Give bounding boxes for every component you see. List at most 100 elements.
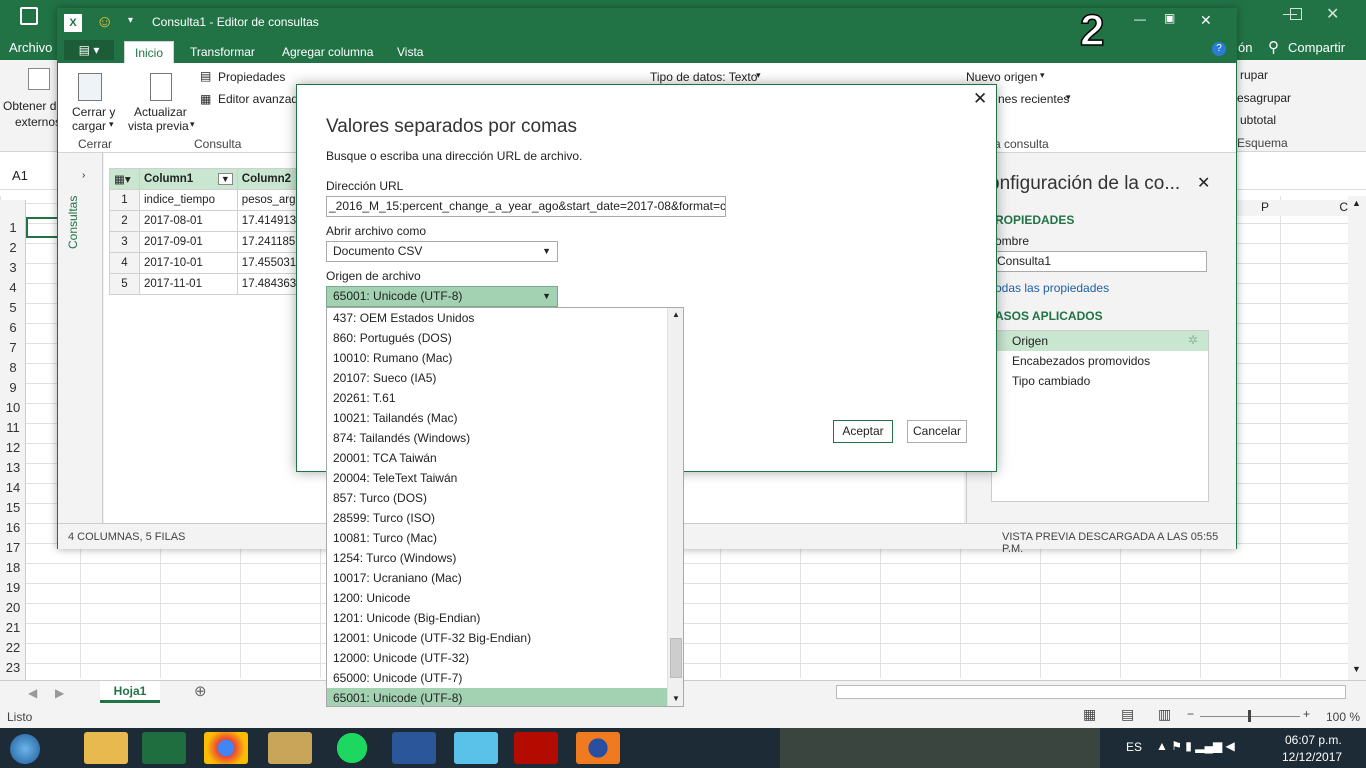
language-indicator[interactable]: ES <box>1126 740 1142 754</box>
pq-close-button[interactable]: ✕ <box>1200 12 1212 29</box>
tab-agregar-columna[interactable]: Agregar columna <box>272 41 383 63</box>
obtain-data-label-2[interactable]: externos <box>15 115 61 129</box>
smiley-feedback-icon[interactable]: ☺ <box>96 12 113 32</box>
dropdown-option[interactable]: 20261: T.61 <box>327 388 667 408</box>
expand-panel-icon[interactable]: › <box>82 170 85 181</box>
acrobat-icon[interactable] <box>514 732 558 764</box>
column-header[interactable]: Column1 ▼ <box>139 168 238 190</box>
table-row[interactable]: 5 2017-11-01 17.4843636 <box>109 273 310 295</box>
help-icon[interactable]: ? <box>1212 42 1226 56</box>
zoom-slider-thumb[interactable] <box>1248 710 1251 722</box>
table-row[interactable]: 1 indice_tiempo pesos_arge <box>109 189 310 211</box>
dropdown-option[interactable]: 1200: Unicode <box>327 588 667 608</box>
dropdown-option[interactable]: 1201: Unicode (Big-Endian) <box>327 608 667 628</box>
table-cell[interactable]: 2017-08-01 <box>139 210 238 232</box>
dropdown-option[interactable]: 437: OEM Estados Unidos <box>327 308 667 328</box>
obtain-data-label-1[interactable]: Obtener d <box>3 99 56 113</box>
row-header[interactable]: 9 <box>0 378 26 398</box>
row-header[interactable]: 7 <box>0 338 26 358</box>
row-header[interactable]: 2 <box>0 238 26 258</box>
vertical-scrollbar[interactable]: ▲ ▼ <box>1348 196 1366 680</box>
restore-button[interactable] <box>1290 8 1302 20</box>
ungroup-button[interactable]: esagrupar <box>1237 91 1291 105</box>
dropdown-option-selected[interactable]: 65001: Unicode (UTF-8) <box>327 688 667 706</box>
zoom-level[interactable]: 100 % <box>1326 710 1360 724</box>
obtain-data-icon[interactable] <box>28 68 50 90</box>
dropdown-option[interactable]: 20004: TeleText Taiwán <box>327 468 667 488</box>
applied-step[interactable]: Tipo cambiado <box>992 371 1208 391</box>
close-load-label-2[interactable]: cargar <box>72 119 106 133</box>
file-menu-button[interactable]: ▤ ▾ <box>64 40 114 60</box>
table-row[interactable]: 3 2017-09-01 17.2411857 <box>109 231 310 253</box>
scroll-down-icon[interactable]: ▼ <box>672 694 680 703</box>
excel-taskbar-icon[interactable] <box>142 732 186 764</box>
row-header[interactable]: 5 <box>0 298 26 318</box>
table-cell[interactable]: 2017-09-01 <box>139 231 238 253</box>
dropdown-option[interactable]: 10010: Rumano (Mac) <box>327 348 667 368</box>
scroll-up-icon[interactable]: ▲ <box>1352 198 1361 208</box>
table-row[interactable]: 2 2017-08-01 17.4149130 <box>109 210 310 232</box>
step-gear-icon[interactable]: ✲ <box>1188 333 1198 347</box>
dialog-close-icon[interactable]: ✕ <box>973 89 987 109</box>
clock-date[interactable]: 12/12/2017 <box>1282 750 1342 764</box>
row-header[interactable]: 23 <box>0 658 26 678</box>
scroll-up-icon[interactable]: ▲ <box>672 310 680 319</box>
dropdown-arrow-icon[interactable]: ▾ <box>1066 92 1071 103</box>
table-cell[interactable]: 2017-11-01 <box>139 273 238 295</box>
word-icon[interactable] <box>392 732 436 764</box>
dropdown-arrow-icon[interactable]: ▾ <box>190 119 195 130</box>
row-header[interactable]: 13 <box>0 458 26 478</box>
tray-icons[interactable]: ▲ ⚑ ▮ ▂▄▆ ◀ <box>1156 739 1235 753</box>
normal-view-icon[interactable]: ▦ <box>1083 706 1096 723</box>
tab-vista[interactable]: Vista <box>387 41 433 63</box>
dropdown-option[interactable]: 1254: Turco (Windows) <box>327 548 667 568</box>
page-break-icon[interactable]: ▥ <box>1158 706 1171 723</box>
data-type-button[interactable]: Tipo de datos: Texto <box>650 70 757 84</box>
pq-restore-button[interactable]: ▣ <box>1164 11 1175 25</box>
recent-sources-button[interactable]: nes recientes <box>998 92 1069 106</box>
tab-fragment[interactable]: ón <box>1238 40 1252 55</box>
row-header[interactable]: 8 <box>0 358 26 378</box>
applied-step[interactable]: Origen <box>992 331 1208 351</box>
refresh-preview-label-1[interactable]: Actualizar <box>134 105 187 119</box>
file-origin-select[interactable]: 65001: Unicode (UTF-8) ▼ <box>326 286 558 307</box>
scroll-down-icon[interactable]: ▼ <box>1352 664 1361 674</box>
new-source-button[interactable]: Nuevo origen <box>966 70 1037 84</box>
column-filter-icon[interactable]: ▼ <box>217 173 233 185</box>
prev-sheet-icon[interactable]: ◀ <box>28 686 37 700</box>
url-input[interactable]: _2016_M_15:percent_change_a_year_ago&sta… <box>326 196 726 217</box>
clock-time[interactable]: 06:07 p.m. <box>1285 733 1342 747</box>
table-cell[interactable]: indice_tiempo <box>139 189 238 211</box>
next-sheet-icon[interactable]: ▶ <box>55 686 64 700</box>
app-s-icon[interactable] <box>268 732 312 764</box>
chrome-icon[interactable] <box>204 732 248 764</box>
row-header[interactable]: 19 <box>0 578 26 598</box>
gem-app-icon[interactable] <box>454 732 498 764</box>
row-header[interactable]: 4 <box>0 278 26 298</box>
dropdown-option[interactable]: 10081: Turco (Mac) <box>327 528 667 548</box>
column-header-q[interactable]: C <box>1300 200 1348 216</box>
firefox-icon[interactable] <box>576 732 620 764</box>
spotify-icon[interactable] <box>330 732 374 764</box>
ok-button[interactable]: Aceptar <box>833 420 893 443</box>
sheet-tab[interactable]: Hoja1 <box>100 681 160 703</box>
refresh-preview-icon[interactable] <box>150 73 172 101</box>
name-box[interactable]: A1 <box>12 168 28 183</box>
dropdown-arrow-icon[interactable]: ▾ <box>1040 70 1045 81</box>
row-header[interactable]: 14 <box>0 478 26 498</box>
row-header[interactable]: 10 <box>0 398 26 418</box>
cancel-button[interactable]: Cancelar <box>907 420 967 443</box>
dropdown-option[interactable]: 860: Portugués (DOS) <box>327 328 667 348</box>
advanced-editor-icon[interactable]: ▦ <box>200 92 211 106</box>
close-load-label-1[interactable]: Cerrar y <box>72 105 115 119</box>
file-explorer-icon[interactable] <box>84 732 128 764</box>
dropdown-option[interactable]: 857: Turco (DOS) <box>327 488 667 508</box>
dropdown-option[interactable]: 65000: Unicode (UTF-7) <box>327 668 667 688</box>
applied-step[interactable]: Encabezados promovidos <box>992 351 1208 371</box>
dropdown-option[interactable]: 874: Tailandés (Windows) <box>327 428 667 448</box>
dropdown-option[interactable]: 12001: Unicode (UTF-32 Big-Endian) <box>327 628 667 648</box>
row-header[interactable]: 12 <box>0 438 26 458</box>
row-header[interactable]: 3 <box>0 258 26 278</box>
dropdown-scrollbar[interactable]: ▲ ▼ <box>667 308 683 706</box>
all-properties-link[interactable]: odas las propiedades <box>995 281 1109 295</box>
